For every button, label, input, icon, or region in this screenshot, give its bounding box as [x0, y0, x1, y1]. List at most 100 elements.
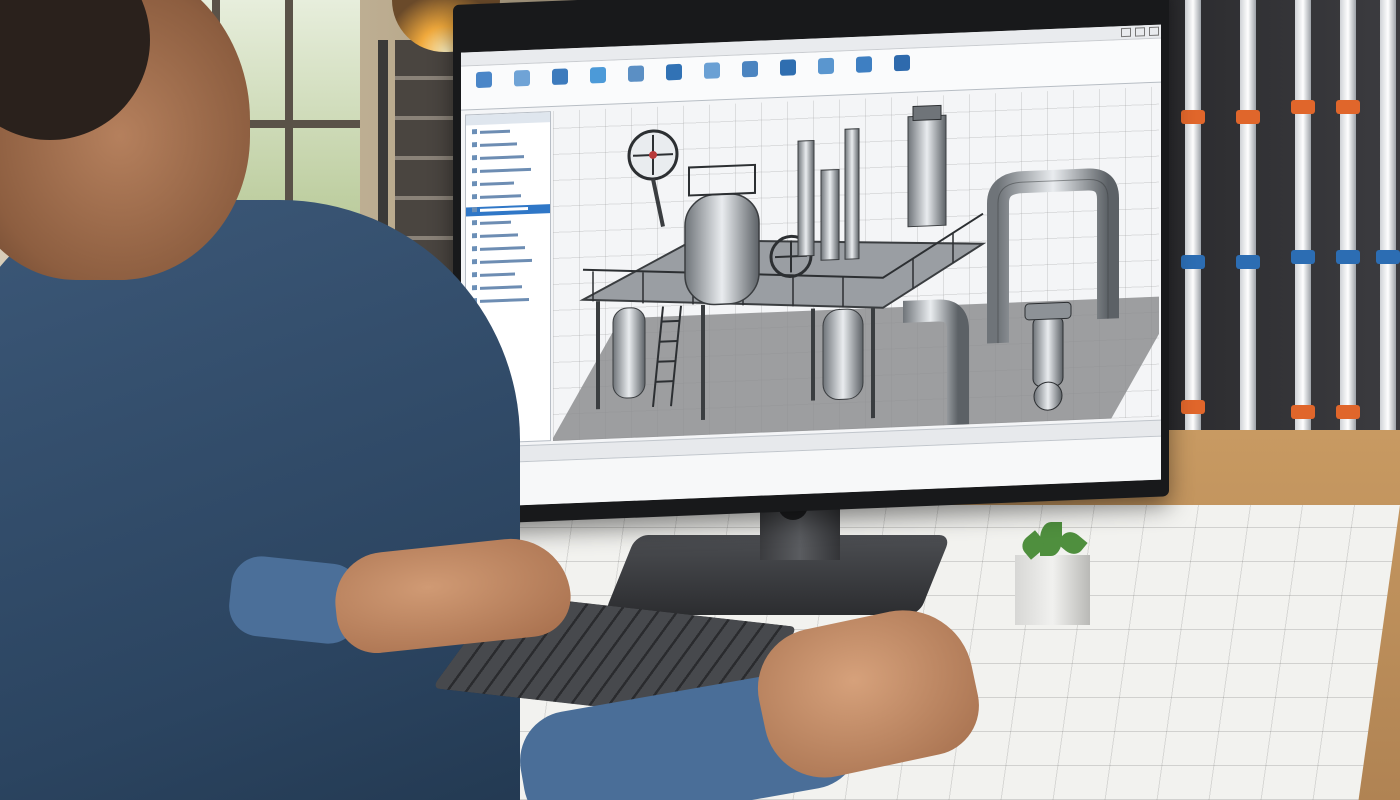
- 3d-viewport[interactable]: [553, 86, 1159, 441]
- pipe-band: [1336, 405, 1360, 419]
- pipe-band: [1376, 250, 1400, 264]
- tree-item-label: [480, 220, 511, 225]
- ribbon-button[interactable]: [467, 68, 499, 105]
- ribbon-button[interactable]: [695, 59, 727, 96]
- maximize-icon[interactable]: [1135, 27, 1145, 37]
- vessel-top-railing: [688, 163, 756, 197]
- tree-item-label: [480, 246, 525, 251]
- close-icon[interactable]: [1149, 26, 1159, 37]
- valve-body: [1033, 381, 1063, 411]
- tree-item-label: [480, 272, 515, 277]
- ribbon-button[interactable]: [543, 65, 575, 102]
- tree-item[interactable]: [472, 178, 548, 190]
- layer-icon: [704, 62, 720, 79]
- part-icon: [472, 168, 477, 174]
- part-icon: [472, 285, 477, 291]
- open-icon: [514, 69, 530, 87]
- tree-item[interactable]: [472, 126, 548, 138]
- tree-item-label: [480, 206, 528, 212]
- ladder: [652, 305, 682, 408]
- pipe-band: [1336, 250, 1360, 264]
- tree-item[interactable]: [472, 282, 548, 294]
- minimize-icon[interactable]: [1121, 27, 1131, 38]
- engineer-person: [0, 200, 520, 800]
- tree-item[interactable]: [472, 230, 548, 242]
- ribbon-button[interactable]: [771, 56, 803, 93]
- part-icon: [472, 220, 477, 226]
- pipe-band: [1181, 110, 1205, 124]
- ribbon-button[interactable]: [505, 67, 537, 104]
- control-valve: [1032, 315, 1064, 387]
- model-browser-header: [466, 112, 550, 126]
- ribbon-button[interactable]: [847, 53, 879, 90]
- computer-monitor: [453, 0, 1169, 525]
- tree-item[interactable]: [472, 269, 548, 281]
- pipe: [1240, 0, 1256, 500]
- pipe-band: [1336, 100, 1360, 114]
- office-scene: [0, 0, 1400, 800]
- tree-item[interactable]: [472, 256, 548, 268]
- tree-item-label: [480, 297, 529, 303]
- part-icon: [472, 259, 477, 265]
- pipe-band: [1291, 250, 1315, 264]
- lower-tank: [612, 307, 646, 399]
- plant-pot: [1015, 555, 1090, 625]
- pipe-band: [1236, 255, 1260, 269]
- pipe-band: [1291, 405, 1315, 419]
- tree-item-label: [480, 167, 531, 173]
- export-icon: [894, 54, 910, 72]
- distillation-tower: [907, 114, 947, 228]
- pipe-band: [1291, 100, 1315, 114]
- modify-icon: [590, 66, 606, 84]
- cad-application-window[interactable]: [461, 24, 1161, 508]
- tree-item[interactable]: [472, 165, 548, 177]
- part-icon: [472, 155, 477, 161]
- tree-item-label: [480, 258, 532, 264]
- tree-item[interactable]: [472, 217, 548, 229]
- pipe: [1185, 0, 1201, 500]
- view-icon: [818, 57, 834, 75]
- tree-item[interactable]: [472, 191, 548, 203]
- pipe-icon: [628, 65, 644, 82]
- tree-item-label: [480, 233, 518, 238]
- tower-cap: [912, 104, 942, 122]
- render-icon: [780, 59, 796, 76]
- tree-item-label: [480, 194, 521, 199]
- part-icon: [472, 207, 477, 213]
- pipe-band: [1181, 400, 1205, 414]
- tree-item-label: [480, 142, 517, 147]
- ribbon-button[interactable]: [809, 54, 841, 91]
- tree-item-label: [480, 181, 514, 186]
- lower-tank: [822, 308, 864, 401]
- process-column: [820, 168, 840, 261]
- tree-item[interactable]: [472, 243, 548, 255]
- tree-item[interactable]: [472, 295, 548, 307]
- pipe-band: [1236, 110, 1260, 124]
- tree-item-label: [480, 285, 522, 290]
- ribbon-button[interactable]: [733, 57, 765, 94]
- folder-icon: [472, 142, 477, 148]
- save-icon: [476, 71, 492, 89]
- pipe-band: [1181, 255, 1205, 269]
- tree-item[interactable]: [472, 152, 548, 164]
- part-icon: [472, 233, 477, 239]
- tree-item-label: [480, 155, 524, 160]
- plant-3d-model[interactable]: [553, 87, 1159, 441]
- valve-icon: [666, 63, 682, 81]
- tree-item[interactable]: [472, 139, 548, 151]
- part-icon: [472, 246, 477, 252]
- draw-icon: [552, 68, 568, 86]
- main-pressure-vessel: [684, 193, 760, 306]
- ribbon-button[interactable]: [657, 61, 689, 98]
- ribbon-button[interactable]: [581, 64, 613, 101]
- elbow-pipe: [903, 299, 969, 426]
- folder-icon: [472, 129, 477, 135]
- measure-icon: [742, 60, 758, 78]
- annotate-icon: [856, 56, 872, 73]
- tree-item[interactable]: [466, 204, 550, 217]
- part-icon: [472, 194, 477, 200]
- ribbon-button[interactable]: [619, 62, 651, 99]
- ribbon-button[interactable]: [885, 51, 917, 88]
- process-column: [844, 128, 860, 260]
- part-icon: [472, 181, 477, 187]
